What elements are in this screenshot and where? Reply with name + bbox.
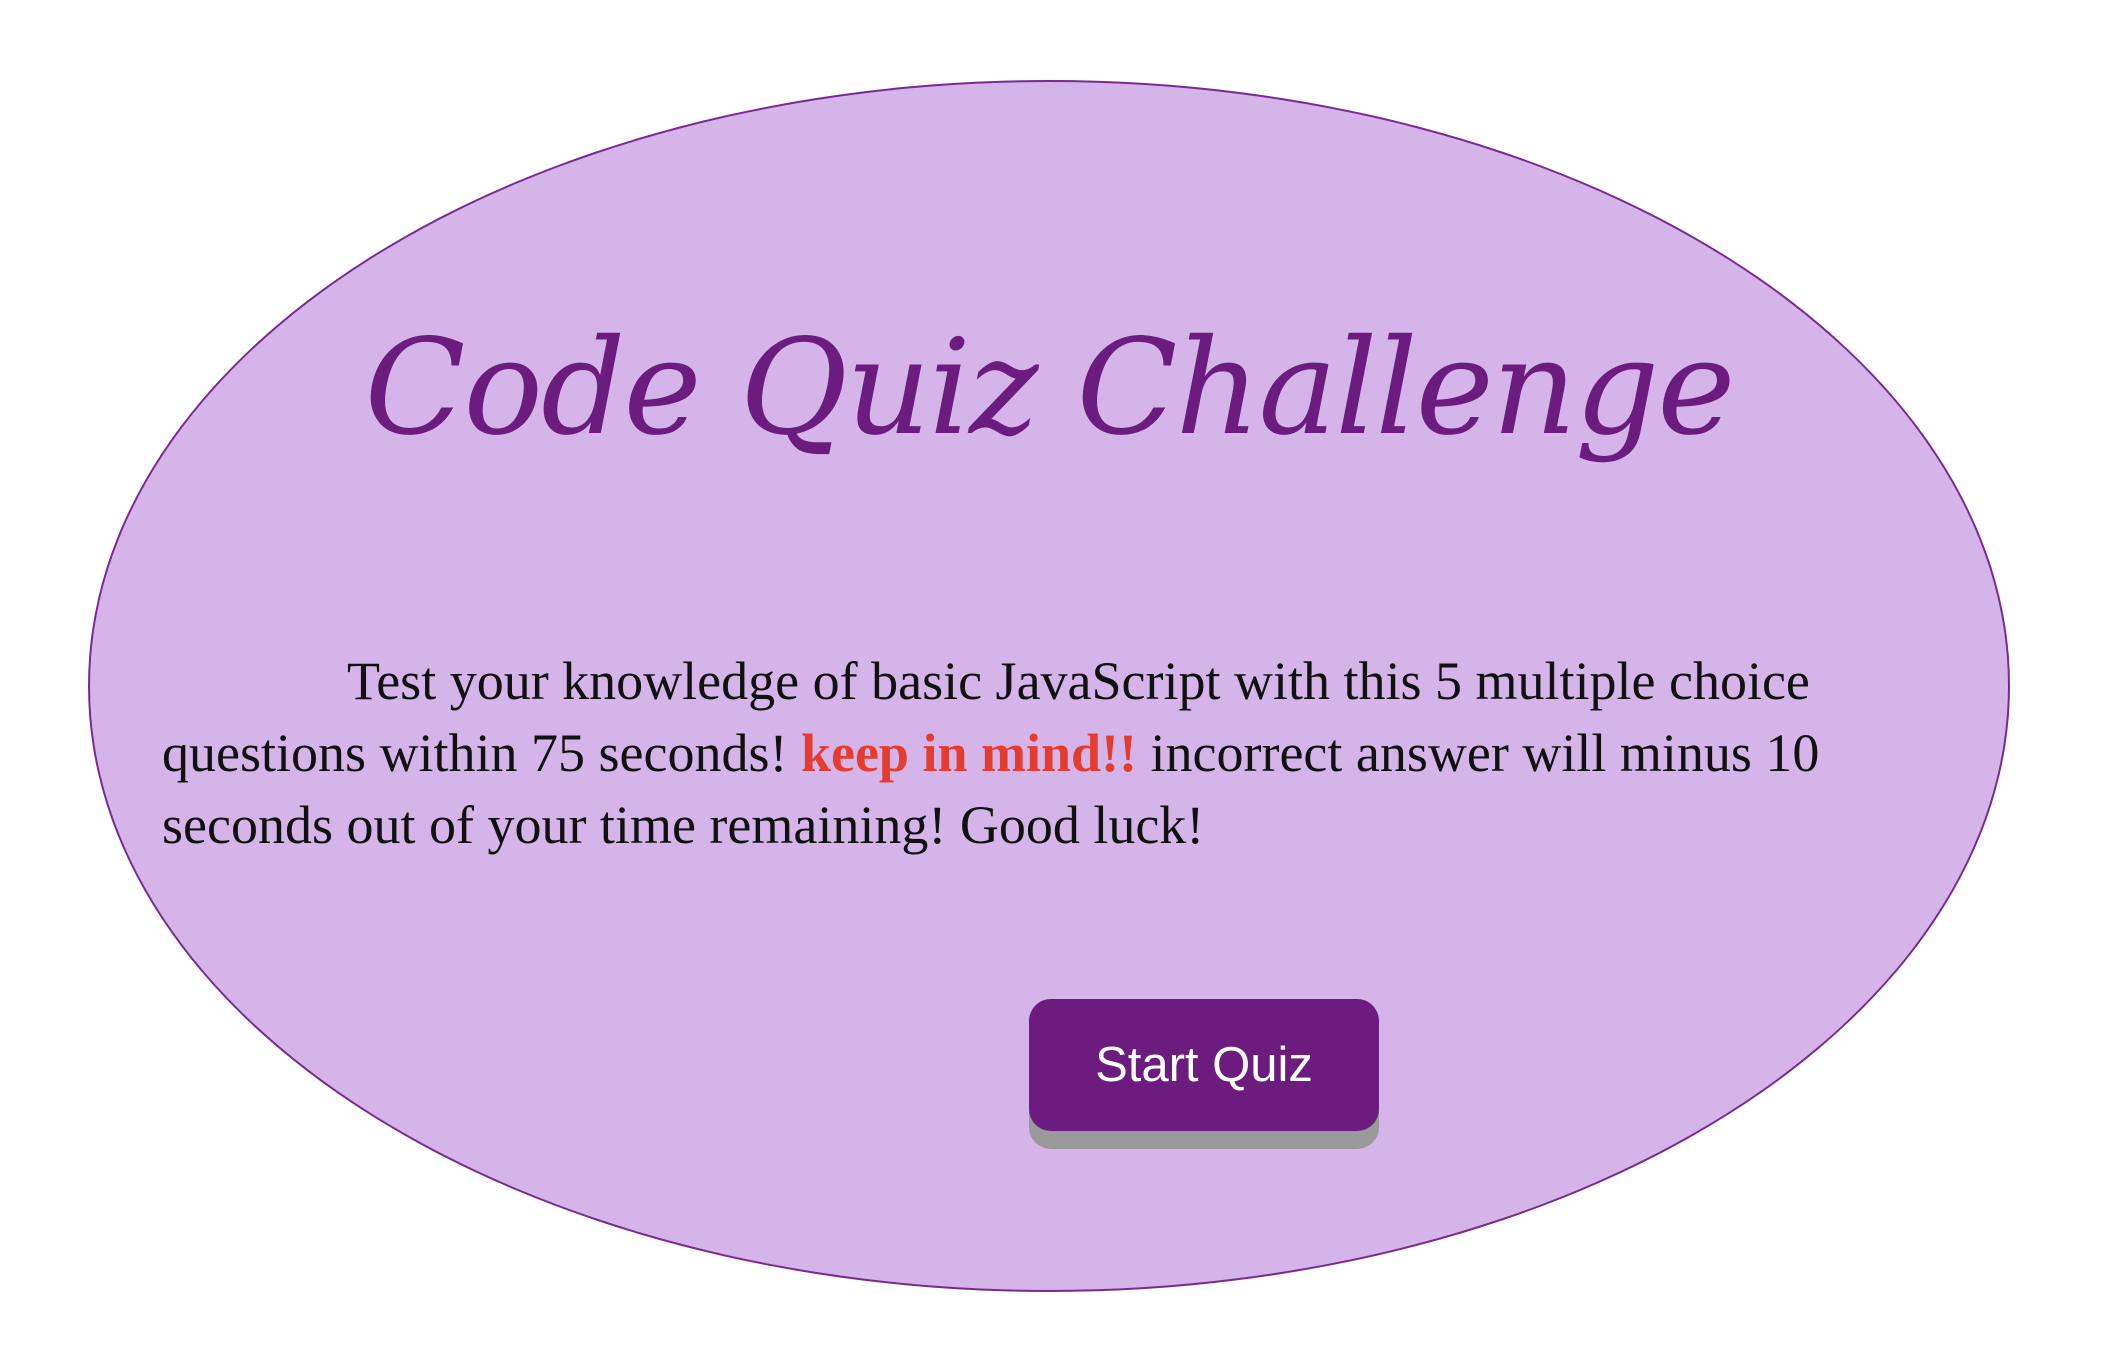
quiz-description: Test your knowledge of basic JavaScript … (162, 645, 2008, 861)
quiz-start-card: Code Quiz Challenge Test your knowledge … (88, 80, 2010, 1292)
warning-text: keep in mind!! (800, 723, 1138, 783)
page-title: Code Quiz Challenge (364, 311, 1736, 465)
start-quiz-button[interactable]: Start Quiz (1029, 999, 1379, 1131)
